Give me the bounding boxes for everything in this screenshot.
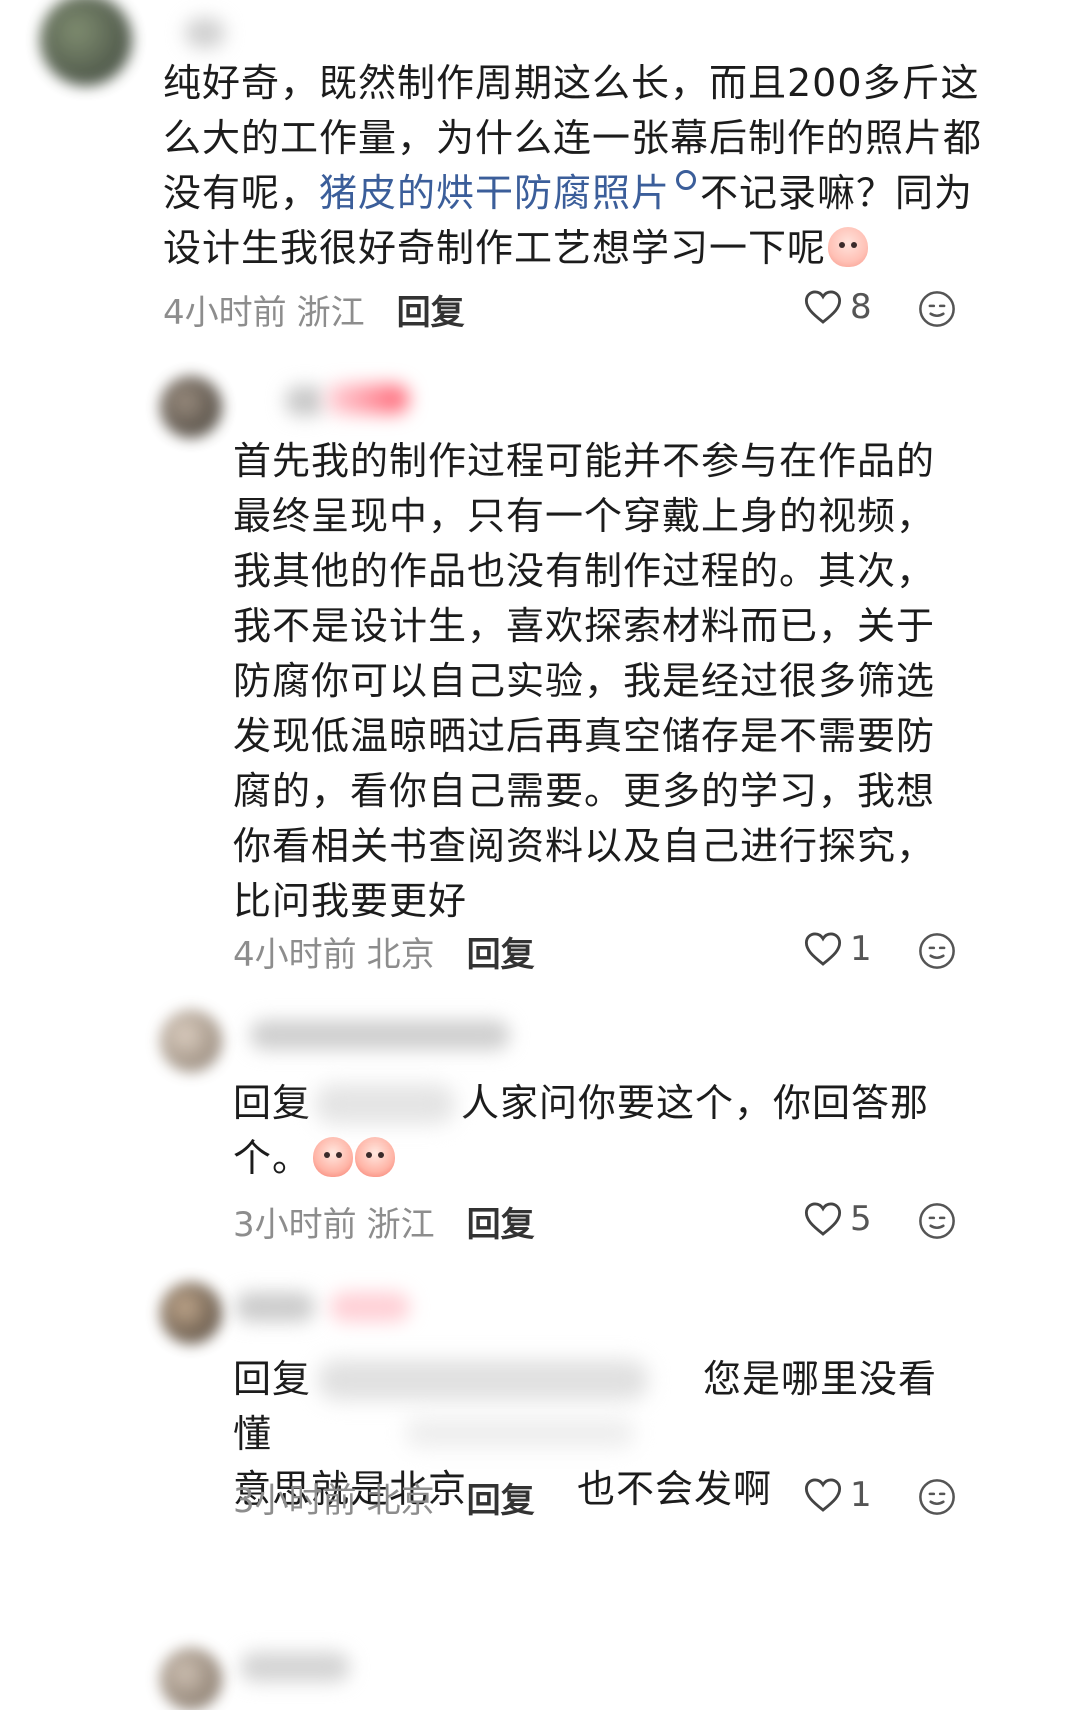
like-count: 1 bbox=[850, 929, 872, 969]
like-count: 5 bbox=[850, 1199, 872, 1239]
crying-face-emoji bbox=[355, 1137, 396, 1177]
comment-meta: 3小时前 浙江 回复 bbox=[233, 1196, 535, 1246]
heart-icon bbox=[804, 1478, 842, 1512]
mention-blurred[interactable] bbox=[315, 1084, 455, 1124]
timestamp: 4小时前 bbox=[163, 292, 287, 333]
comment-meta: 4小时前 浙江 回复 bbox=[163, 284, 465, 334]
reply-text-c: 也不会发啊 bbox=[577, 1467, 773, 1511]
comment-text: 首先我的制作过程可能并不参与在作品的最终呈现中，只有一个穿戴上身的视频，我其他的… bbox=[233, 439, 936, 923]
avatar[interactable] bbox=[160, 1010, 222, 1072]
username-blurred[interactable] bbox=[185, 18, 225, 48]
avatar[interactable] bbox=[160, 376, 222, 438]
avatar[interactable] bbox=[40, 0, 132, 86]
location: 浙江 bbox=[366, 1204, 435, 1245]
comment-3: 回复 人家问你要这个，你回答那个。 3小时前 浙江 回复 5 bbox=[0, 1000, 1080, 1260]
comment-meta: 4小时前 北京 回复 bbox=[233, 926, 535, 976]
avatar[interactable] bbox=[160, 1648, 222, 1710]
username-blurred[interactable] bbox=[240, 1652, 350, 1682]
redacted-text-blurred bbox=[405, 1418, 635, 1448]
heart-icon bbox=[804, 290, 842, 324]
mention-blurred[interactable] bbox=[318, 1360, 648, 1400]
comment-2: 首先我的制作过程可能并不参与在作品的最终呈现中，只有一个穿戴上身的视频，我其他的… bbox=[0, 360, 1080, 990]
username-blurred[interactable] bbox=[285, 386, 325, 416]
emoji-face-icon[interactable] bbox=[918, 1478, 956, 1516]
emoji-face-icon[interactable] bbox=[918, 290, 956, 328]
location: 浙江 bbox=[296, 292, 365, 333]
timestamp: 4小时前 bbox=[233, 934, 357, 975]
heart-icon bbox=[804, 932, 842, 966]
like-count: 1 bbox=[850, 1475, 872, 1515]
comment-4: 回复 您是哪里没看懂 意思就是北京 也不会发啊 3小时前 北京 回复 1 bbox=[0, 1270, 1080, 1540]
location: 北京 bbox=[366, 934, 435, 975]
avatar[interactable] bbox=[160, 1282, 222, 1344]
username-badge-blurred[interactable] bbox=[325, 384, 409, 414]
emoji-face-icon[interactable] bbox=[918, 932, 956, 970]
search-icon[interactable] bbox=[676, 170, 697, 190]
heart-icon bbox=[804, 1202, 842, 1236]
like-count: 8 bbox=[850, 287, 872, 327]
reply-prefix: 回复 bbox=[233, 1081, 312, 1125]
reply-button[interactable]: 回复 bbox=[467, 1473, 535, 1522]
keyword-link[interactable]: 猪皮的烘干防腐照片 bbox=[319, 171, 670, 215]
comment-1: 纯好奇，既然制作周期这么长，而且200多斤这么大的工作量，为什么连一张幕后制作的… bbox=[0, 0, 1080, 350]
reply-button[interactable]: 回复 bbox=[467, 927, 535, 976]
username-badge-blurred[interactable] bbox=[330, 1292, 410, 1322]
like-button[interactable]: 5 bbox=[804, 1199, 878, 1239]
emoji-face-icon[interactable] bbox=[918, 1202, 956, 1240]
reply-prefix: 回复 bbox=[233, 1357, 312, 1401]
comment-text: 纯好奇，既然制作周期这么长，而且200多斤这么大的工作量，为什么连一张幕后制作的… bbox=[163, 56, 983, 276]
like-button[interactable]: 1 bbox=[804, 929, 878, 969]
reply-button[interactable]: 回复 bbox=[397, 285, 465, 334]
reply-button[interactable]: 回复 bbox=[467, 1197, 535, 1246]
timestamp: 3小时前 bbox=[233, 1480, 357, 1521]
timestamp: 3小时前 bbox=[233, 1204, 357, 1245]
username-blurred[interactable] bbox=[250, 1020, 510, 1050]
like-button[interactable]: 1 bbox=[804, 1475, 878, 1515]
username-blurred[interactable] bbox=[235, 1292, 315, 1322]
crying-face-emoji bbox=[313, 1137, 354, 1177]
comment-meta: 3小时前 北京 回复 bbox=[233, 1472, 535, 1522]
location: 北京 bbox=[366, 1480, 435, 1521]
blushing-face-emoji bbox=[828, 227, 869, 267]
like-button[interactable]: 8 bbox=[804, 287, 878, 327]
